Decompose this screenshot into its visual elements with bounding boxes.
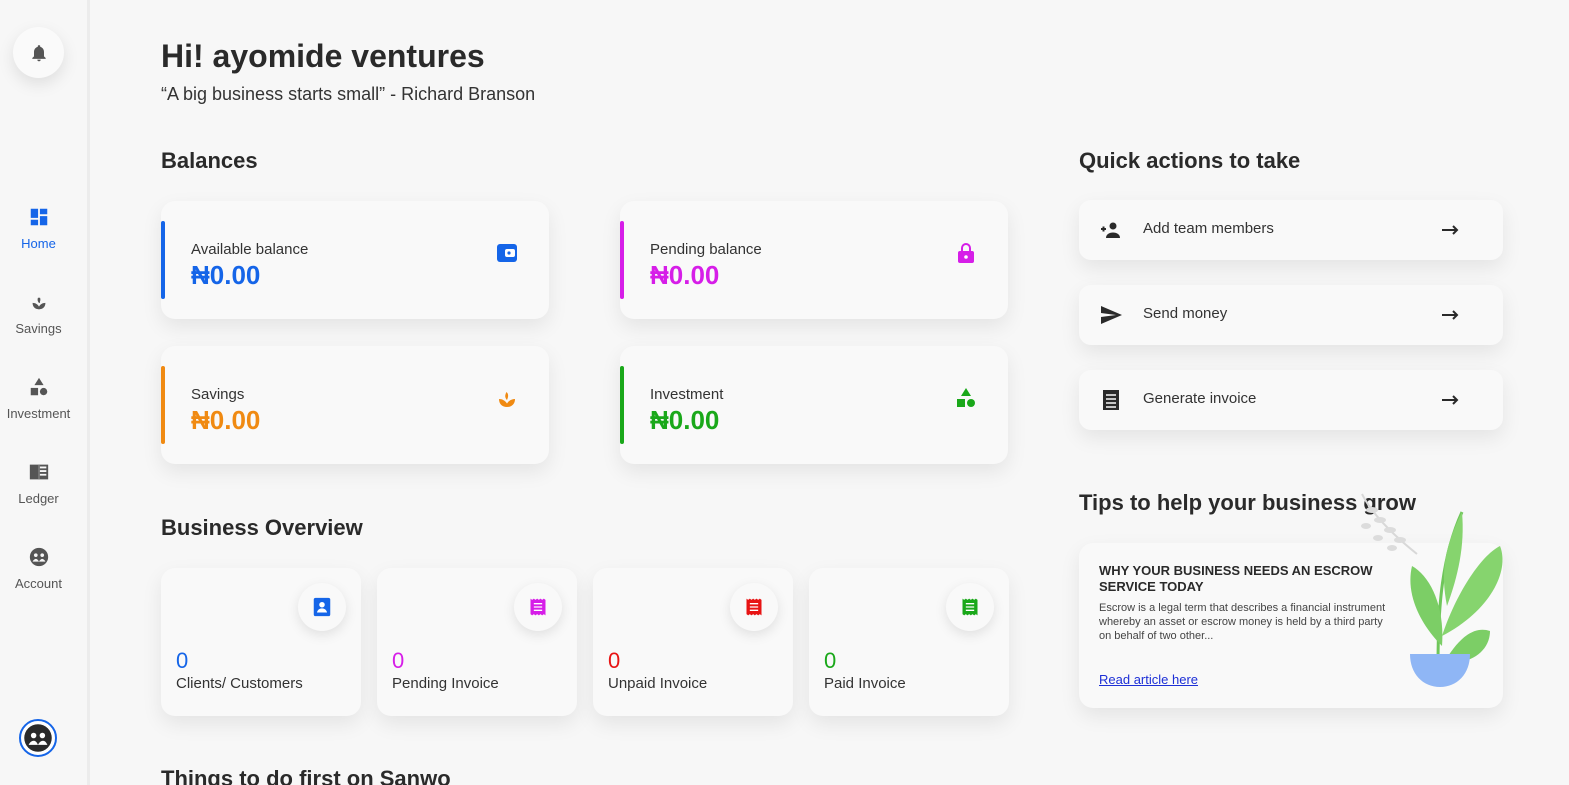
account-icon	[29, 547, 48, 567]
balance-amount: ₦0.00	[191, 260, 261, 290]
send-icon	[1101, 306, 1122, 324]
receipt-icon	[962, 598, 978, 616]
sidebar-item-ledger[interactable]: Ledger	[0, 461, 77, 506]
overview-label: Clients/ Customers	[176, 675, 303, 692]
balance-amount: ₦0.00	[191, 405, 261, 435]
sidebar-item-investment[interactable]: Investment	[0, 376, 77, 421]
sidebar-item-label: Account	[15, 576, 62, 591]
icon-circle	[514, 583, 562, 631]
notifications-button[interactable]	[13, 27, 64, 78]
overview-title: Business Overview	[161, 515, 363, 540]
quick-actions-title: Quick actions to take	[1079, 148, 1301, 173]
sidebar-item-label: Savings	[15, 321, 62, 336]
receipt-icon	[746, 598, 762, 616]
balances-title: Balances	[161, 148, 258, 173]
sidebar-item-account[interactable]: Account	[0, 546, 77, 591]
overview-card-unpaid-invoice[interactable]: 0 Unpaid Invoice	[593, 568, 793, 716]
accent-bar	[620, 221, 624, 299]
arrow-right-icon	[1442, 310, 1459, 320]
invoice-icon	[1103, 390, 1119, 410]
balance-label: Savings	[191, 386, 245, 403]
quick-action-generate-invoice[interactable]: Generate invoice	[1079, 370, 1503, 430]
quick-action-label: Add team members	[1143, 220, 1274, 237]
icon-circle	[946, 583, 994, 631]
bell-icon	[31, 44, 46, 61]
balance-amount: ₦0.00	[650, 405, 720, 435]
overview-card-paid-invoice[interactable]: 0 Paid Invoice	[809, 568, 1009, 716]
overview-value: 0	[824, 648, 837, 673]
quick-action-send-money[interactable]: Send money	[1079, 285, 1503, 345]
quick-action-label: Generate invoice	[1143, 390, 1257, 407]
quote-text: “A big business starts small” - Richard …	[161, 84, 536, 104]
sidebar-item-home[interactable]: Home	[0, 206, 77, 251]
sidebar: Home Savings Investment Ledger Account	[0, 0, 90, 785]
overview-label: Unpaid Invoice	[608, 675, 708, 692]
sprout-icon	[32, 297, 45, 310]
accent-bar	[161, 366, 165, 444]
book-icon	[29, 464, 48, 480]
lock-icon	[958, 243, 974, 263]
accent-bar	[161, 221, 165, 299]
balance-card-pending[interactable]: Pending balance ₦0.00	[620, 201, 1008, 319]
article-excerpt: Escrow is a legal term that describes a …	[1099, 602, 1386, 642]
balance-card-available[interactable]: Available balance ₦0.00	[161, 201, 549, 319]
quick-action-label: Send money	[1143, 305, 1228, 322]
user-avatar[interactable]	[19, 719, 57, 757]
overview-label: Paid Invoice	[824, 675, 906, 692]
icon-circle	[298, 583, 346, 631]
page-title: Hi! ayomide ventures	[161, 38, 485, 74]
dashboard-icon	[30, 208, 47, 226]
balance-label: Investment	[650, 386, 724, 403]
plant-illustration-icon	[1361, 493, 1503, 687]
receipt-icon	[530, 598, 546, 616]
contact-icon	[313, 597, 331, 617]
sidebar-item-label: Home	[21, 236, 56, 251]
arrow-right-icon	[1442, 225, 1459, 235]
balance-amount: ₦0.00	[650, 260, 720, 290]
arrow-right-icon	[1442, 395, 1459, 405]
wallet-icon	[497, 244, 517, 262]
read-article-link[interactable]: Read article here	[1099, 672, 1198, 687]
balance-card-investment[interactable]: Investment ₦0.00	[620, 346, 1008, 464]
overview-card-clients[interactable]: 0 Clients/ Customers	[161, 568, 361, 716]
sidebar-item-label: Ledger	[18, 491, 59, 506]
balance-label: Pending balance	[650, 241, 762, 258]
overview-card-pending-invoice[interactable]: 0 Pending Invoice	[377, 568, 577, 716]
shapes-icon	[957, 388, 975, 407]
balance-card-savings[interactable]: Savings ₦0.00	[161, 346, 549, 464]
things-to-do-title: Things to do first on Sanwo	[161, 766, 451, 785]
balance-label: Available balance	[191, 241, 309, 258]
shapes-icon	[30, 377, 47, 396]
overview-label: Pending Invoice	[392, 675, 499, 692]
icon-circle	[730, 583, 778, 631]
add-people-icon	[1101, 222, 1120, 238]
accent-bar	[620, 366, 624, 444]
overview-value: 0	[176, 648, 189, 673]
sidebar-item-label: Investment	[6, 406, 71, 421]
overview-value: 0	[392, 648, 405, 673]
account-icon	[24, 724, 52, 752]
sidebar-item-savings[interactable]: Savings	[0, 291, 77, 336]
overview-value: 0	[608, 648, 621, 673]
quick-action-add-team-members[interactable]: Add team members	[1079, 200, 1503, 260]
sprout-icon	[499, 392, 515, 407]
